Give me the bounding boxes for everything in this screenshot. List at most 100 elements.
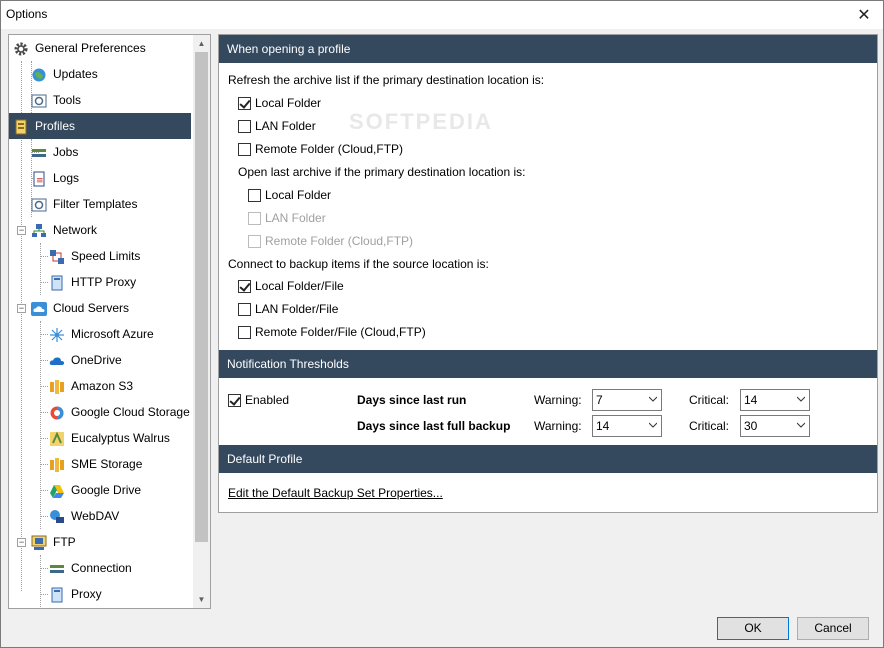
tree-item-jobs[interactable]: Jobs	[31, 139, 191, 165]
filter-icon	[31, 196, 47, 212]
logs-icon: ≡	[31, 170, 47, 187]
checkbox-checked[interactable]	[228, 393, 241, 407]
days-since-last-full-backup-label: Days since last full backup	[357, 419, 511, 433]
connect-backup-items-label: Connect to backup items if the source lo…	[228, 257, 489, 271]
checkbox-unchecked[interactable]	[238, 325, 251, 339]
ok-button[interactable]: OK	[717, 617, 789, 640]
speed-icon	[49, 248, 65, 264]
scroll-down-arrow-icon[interactable]: ▼	[193, 591, 210, 608]
sme-icon	[49, 456, 65, 472]
refresh-archive-label: Refresh the archive list if the primary …	[228, 73, 545, 87]
globe-icon	[31, 66, 47, 82]
full-backup-warning-select[interactable]: 14	[592, 415, 662, 437]
title-bar: Options ✕	[1, 1, 883, 29]
options-dialog: Options ✕ General Preferences Updates To…	[0, 0, 884, 648]
tree-item-sme-storage[interactable]: SME Storage	[49, 451, 189, 477]
tree-item-google-drive[interactable]: Google Drive	[49, 477, 189, 503]
tree-item-google-cloud-storage[interactable]: Google Cloud Storage	[49, 399, 191, 425]
tree-item-webdav[interactable]: WebDAV	[49, 503, 189, 529]
cloud-icon	[31, 300, 47, 316]
refresh-remote-folder-checkbox[interactable]: Remote Folder (Cloud,FTP)	[238, 140, 403, 158]
warning-label-row1: Warning:	[534, 393, 582, 407]
refresh-local-folder-checkbox[interactable]: Local Folder	[238, 94, 321, 112]
notification-enabled-checkbox[interactable]: Enabled	[228, 391, 289, 409]
checkbox-checked[interactable]	[238, 279, 251, 293]
critical-label-row1: Critical:	[689, 393, 730, 407]
tree-item-amazon-s3[interactable]: Amazon S3	[49, 373, 189, 399]
scroll-up-arrow-icon[interactable]: ▲	[193, 35, 210, 52]
proxy-icon	[49, 274, 65, 291]
full-backup-critical-select[interactable]: 30	[740, 415, 810, 437]
tree-item-updates[interactable]: Updates	[31, 61, 191, 87]
checkbox-unchecked[interactable]	[238, 302, 251, 316]
section-header-default-profile: Default Profile	[219, 445, 877, 473]
days-since-last-run-label: Days since last run	[357, 393, 467, 407]
watermark: SOFTPEDIA	[349, 109, 493, 134]
network-expander[interactable]: −	[17, 226, 26, 235]
chevron-down-icon	[797, 422, 805, 428]
last-run-warning-select[interactable]: 7	[592, 389, 662, 411]
tree-item-network[interactable]: Network	[31, 217, 191, 243]
tree-scrollbar[interactable]: ▲ ▼	[193, 35, 210, 608]
options-tree: General Preferences Updates Tools Profil…	[8, 34, 211, 609]
proxy-icon	[49, 586, 65, 603]
gear-icon	[13, 40, 29, 56]
s3-icon	[49, 378, 65, 394]
tree-item-microsoft-azure[interactable]: Microsoft Azure	[49, 321, 189, 347]
checkbox-disabled	[248, 234, 261, 248]
tree-item-logs[interactable]: ≡ Logs	[31, 165, 191, 191]
gdrive-icon	[49, 482, 65, 498]
onedrive-icon	[49, 352, 65, 368]
chevron-down-icon	[797, 396, 805, 402]
critical-label-row2: Critical:	[689, 419, 730, 433]
edit-default-backup-set-link[interactable]: Edit the Default Backup Set Properties..…	[228, 486, 443, 500]
connect-local-file-checkbox[interactable]: Local Folder/File	[238, 277, 344, 295]
checkbox-unchecked[interactable]	[248, 188, 261, 202]
checkbox-unchecked[interactable]	[238, 142, 251, 156]
profiles-settings-panel: SOFTPEDIA When opening a profile Refresh…	[218, 34, 878, 513]
last-run-critical-select[interactable]: 14	[740, 389, 810, 411]
tree-item-tools[interactable]: Tools	[31, 87, 191, 113]
tree-item-filter-templates[interactable]: Filter Templates	[31, 191, 191, 217]
azure-icon	[49, 326, 65, 342]
tree-item-http-proxy[interactable]: HTTP Proxy	[49, 269, 189, 295]
tools-icon	[31, 92, 47, 108]
section-header-opening: When opening a profile	[219, 35, 877, 63]
tree-item-speed-limits[interactable]: Speed Limits	[49, 243, 189, 269]
warning-label-row2: Warning:	[534, 419, 582, 433]
profiles-icon	[13, 118, 29, 135]
tree-item-proxy[interactable]: Proxy	[49, 581, 189, 607]
chevron-down-icon	[649, 396, 657, 402]
close-button[interactable]: ✕	[849, 3, 879, 27]
ftp-icon	[31, 534, 47, 550]
svg-text:≡: ≡	[36, 176, 44, 186]
refresh-lan-folder-checkbox[interactable]: LAN Folder	[238, 117, 316, 135]
window-title: Options	[6, 7, 48, 21]
open-lan-folder-checkbox: LAN Folder	[248, 209, 326, 227]
network-icon	[31, 222, 47, 238]
webdav-icon	[49, 508, 65, 524]
tree-item-eucalyptus-walrus[interactable]: Eucalyptus Walrus	[49, 425, 189, 451]
checkbox-disabled	[248, 211, 261, 225]
tree-item-cloud-servers[interactable]: Cloud Servers	[31, 295, 191, 321]
connection-icon	[49, 560, 65, 576]
checkbox-unchecked[interactable]	[238, 119, 251, 133]
connect-lan-file-checkbox[interactable]: LAN Folder/File	[238, 300, 338, 318]
open-last-archive-label: Open last archive if the primary destina…	[238, 165, 526, 179]
section-header-notification: Notification Thresholds	[219, 350, 877, 378]
tree-item-ftp[interactable]: FTP	[31, 529, 191, 555]
checkbox-checked[interactable]	[238, 96, 251, 110]
tree-item-general-preferences[interactable]: General Preferences	[13, 35, 193, 61]
tree-item-onedrive[interactable]: OneDrive	[49, 347, 189, 373]
ftp-expander[interactable]: −	[17, 538, 26, 547]
gcs-icon	[49, 404, 65, 420]
tree-item-connection[interactable]: Connection	[49, 555, 189, 581]
open-local-folder-checkbox[interactable]: Local Folder	[248, 186, 331, 204]
tree-item-profiles[interactable]: Profiles	[9, 113, 191, 139]
chevron-down-icon	[649, 422, 657, 428]
scroll-thumb[interactable]	[195, 52, 208, 542]
cancel-button[interactable]: Cancel	[797, 617, 869, 640]
open-remote-folder-checkbox: Remote Folder (Cloud,FTP)	[248, 232, 413, 250]
cloud-servers-expander[interactable]: −	[17, 304, 26, 313]
connect-remote-file-checkbox[interactable]: Remote Folder/File (Cloud,FTP)	[238, 323, 426, 341]
